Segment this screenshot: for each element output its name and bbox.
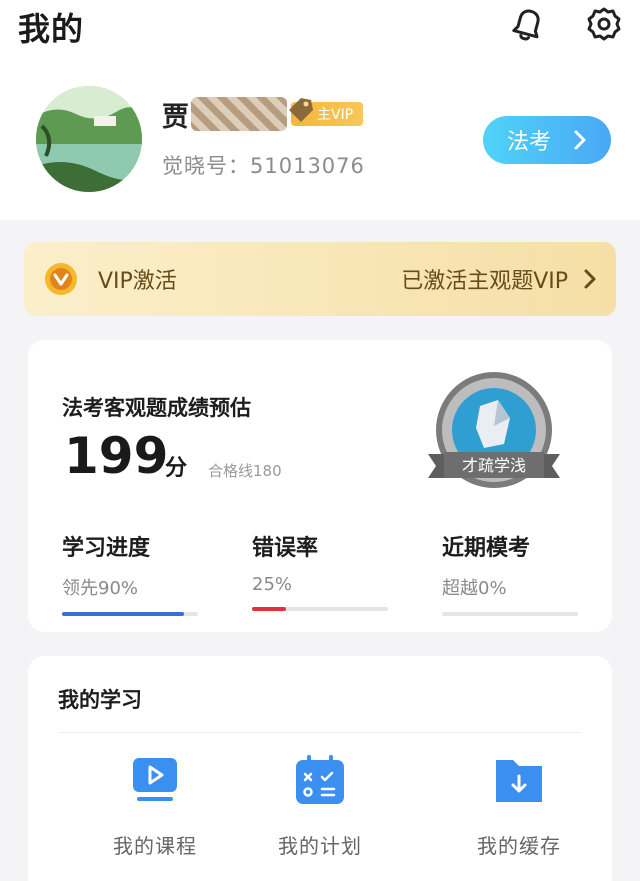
gear-icon[interactable] [582, 2, 626, 46]
study-item-label: 我的缓存 [477, 834, 561, 858]
progress-fill [252, 607, 286, 611]
user-id: 觉晓号：51013076 [162, 154, 365, 178]
exam-type-label: 法考 [506, 130, 551, 155]
vip-tag-icon [289, 98, 313, 122]
download-folder-icon [496, 760, 542, 802]
study-item-label: 我的课程 [113, 834, 197, 858]
stat-value: 超越0% [442, 578, 507, 599]
divider [58, 732, 582, 733]
progress-track [252, 607, 388, 611]
plan-calendar-icon [296, 755, 344, 804]
name-mosaic-mask [191, 97, 287, 131]
score-card-title: 法考客观题成绩预估 [62, 396, 251, 420]
vip-activation-status: 已激活主观题VIP [401, 269, 568, 294]
study-item-label: 我的计划 [278, 834, 362, 858]
badge-text: 才疏学浅 [462, 456, 526, 475]
stat-recent-mock-exam[interactable]: 近期模考 超越0% [442, 530, 580, 616]
course-video-icon [133, 758, 177, 801]
chevron-right-icon [584, 269, 596, 289]
estimated-score: 199 [64, 427, 169, 485]
pass-line: 合格线180 [208, 462, 282, 480]
user-name: 贾 [162, 101, 189, 133]
stat-study-progress[interactable]: 学习进度 领先90% [62, 530, 200, 616]
vip-activation-bar[interactable]: VIP激活 已激活主观题VIP [24, 242, 616, 316]
vip-badge: 主VIP [289, 98, 364, 126]
vip-badge-label: 主VIP [317, 107, 354, 123]
chevron-right-icon [574, 130, 586, 150]
progress-track [62, 612, 198, 616]
my-courses-button[interactable]: 我的课程 [90, 754, 220, 859]
page-title: 我的 [18, 10, 85, 48]
section-title: 我的学习 [58, 688, 142, 712]
rank-medal-icon: 才疏学浅 [428, 372, 560, 488]
stat-label: 错误率 [252, 536, 319, 561]
avatar[interactable] [36, 86, 142, 192]
stat-label: 近期模考 [442, 536, 531, 561]
stat-value: 领先90% [62, 578, 139, 599]
stat-value: 25% [252, 574, 293, 595]
bell-icon[interactable] [506, 2, 550, 46]
score-estimate-card[interactable]: 法考客观题成绩预估 199 分 合格线180 才疏学浅 学习进度 领先90% 错… [28, 340, 612, 632]
progress-track [442, 612, 578, 616]
my-plan-button[interactable]: 我的计划 [255, 754, 385, 859]
user-name-row: 贾 主VIP [162, 92, 364, 136]
vip-medal-icon [45, 263, 77, 295]
my-study-card: 我的学习 我的课程 我的计划 我的缓存 [28, 656, 612, 881]
progress-fill [62, 612, 185, 616]
score-unit: 分 [165, 456, 188, 481]
my-downloads-button[interactable]: 我的缓存 [454, 754, 584, 859]
level-badge: 才疏学浅 [424, 366, 564, 506]
profile-header: 我的 贾 主VIP 觉晓号：51013076 法考 [0, 0, 640, 220]
vip-activation-label: VIP激活 [98, 269, 177, 294]
exam-type-button[interactable]: 法考 [483, 116, 611, 164]
stat-label: 学习进度 [62, 536, 151, 561]
stat-error-rate[interactable]: 错误率 25% [252, 530, 390, 611]
